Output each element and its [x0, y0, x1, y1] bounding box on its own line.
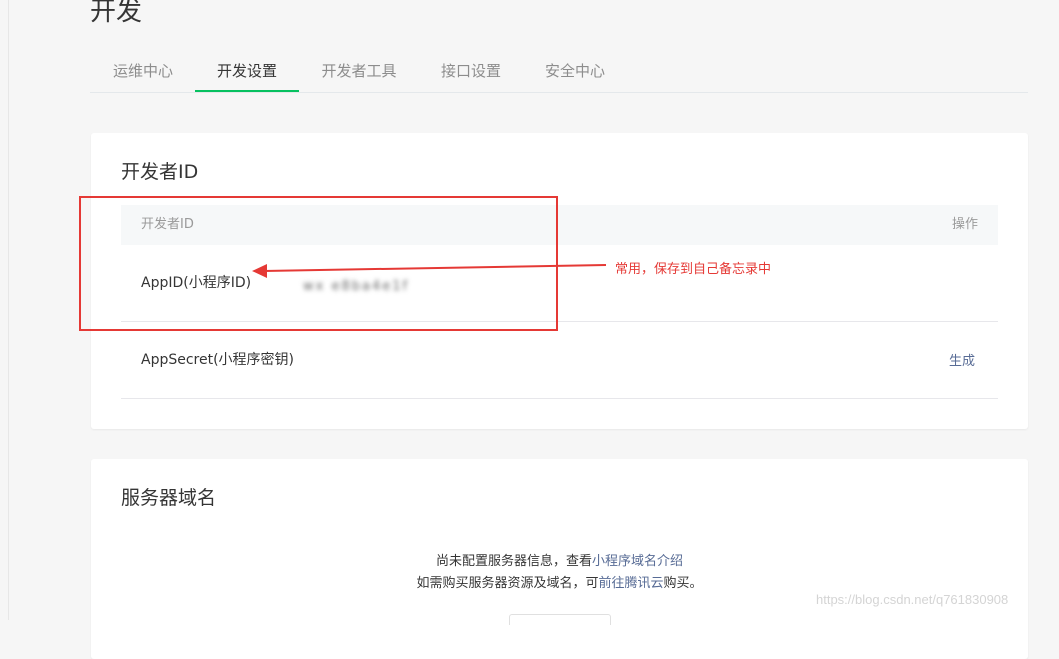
tab-bar: 运维中心 开发设置 开发者工具 接口设置 安全中心 — [90, 52, 1028, 93]
annotation-note: 常用，保存到自己备忘录中 — [615, 262, 772, 277]
purchase-info-text: 如需购买服务器资源及域名，可 — [416, 576, 599, 591]
tab-security-center[interactable]: 安全中心 — [542, 52, 608, 92]
server-info-text: 尚未配置服务器信息，查看 — [435, 554, 592, 569]
tab-dev-tools[interactable]: 开发者工具 — [318, 52, 400, 92]
generate-secret-link[interactable]: 生成 — [949, 350, 975, 369]
developer-id-title: 开发者ID — [121, 161, 199, 183]
column-header-action: 操作 — [951, 217, 978, 232]
domain-intro-link[interactable]: 小程序域名介绍 — [592, 554, 683, 569]
server-domain-title: 服务器域名 — [121, 487, 217, 509]
tencent-cloud-link[interactable]: 前往腾讯云 — [598, 576, 663, 591]
tab-api-settings[interactable]: 接口设置 — [438, 52, 504, 92]
server-domain-card: 服务器域名 尚未配置服务器信息，查看小程序域名介绍 如需购买服务器资源及域名，可… — [91, 459, 1028, 659]
row-divider — [121, 398, 998, 399]
tab-dev-settings[interactable]: 开发设置 — [195, 52, 299, 92]
page-title: 开发 — [90, 0, 143, 27]
watermark: https://blog.csdn.net/q761830908 — [816, 592, 1009, 607]
appsecret-label: AppSecret(小程序密钥) — [141, 352, 295, 368]
left-divider — [8, 0, 9, 620]
purchase-suffix-text: 购买。 — [663, 576, 703, 591]
server-info-line1: 尚未配置服务器信息，查看小程序域名介绍 — [91, 551, 1028, 573]
tab-ops-center[interactable]: 运维中心 — [110, 52, 176, 92]
annotation-arrow-icon — [252, 264, 607, 278]
